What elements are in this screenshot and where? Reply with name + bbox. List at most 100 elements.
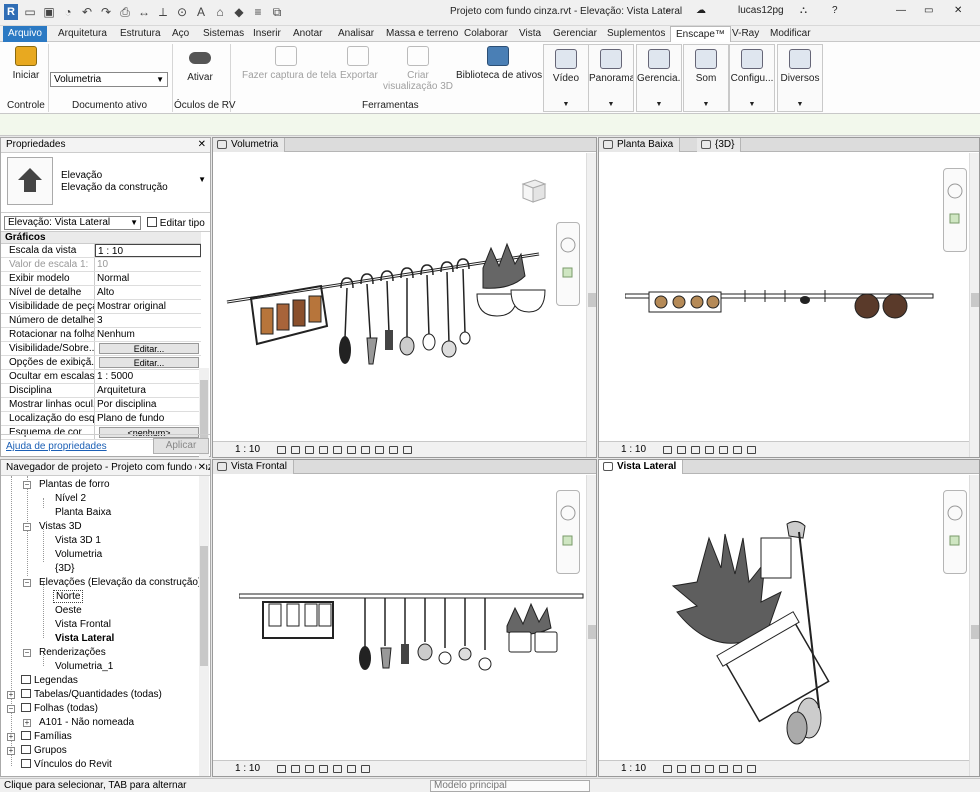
crop-icon[interactable] xyxy=(347,446,356,454)
view-tab-volumetria[interactable]: Volumetria xyxy=(213,138,286,152)
measure-icon[interactable]: ↔ xyxy=(137,4,151,20)
view-tab-3d[interactable]: {3D} xyxy=(697,138,742,152)
reveal-hidden-icon[interactable] xyxy=(389,446,398,454)
view-tab-vista-lateral[interactable]: Vista Lateral xyxy=(599,460,684,474)
property-value[interactable]: Editar... xyxy=(95,356,201,369)
collapse-icon[interactable]: − xyxy=(23,523,31,531)
sun-path-icon[interactable] xyxy=(305,446,314,454)
screenshot-button[interactable]: Fazer captura de tela xyxy=(242,46,337,81)
sun-path-icon[interactable] xyxy=(305,765,314,773)
enscape-gerencia-button[interactable]: Gerencia... ▼ xyxy=(636,44,682,112)
browser-item[interactable]: {3D} xyxy=(55,562,74,575)
temp-hide-icon[interactable] xyxy=(375,446,384,454)
property-value[interactable]: Editar... xyxy=(95,342,201,355)
shadows-icon[interactable] xyxy=(319,765,328,773)
tab-inserir[interactable]: Inserir xyxy=(253,26,281,42)
scroll-thumb[interactable] xyxy=(200,546,208,666)
browser-item[interactable]: Volumetria xyxy=(55,548,102,561)
chevron-down-icon[interactable]: ▼ xyxy=(637,101,681,108)
create-3d-view-button[interactable]: Criar visualização 3D xyxy=(382,46,454,92)
expand-icon[interactable]: + xyxy=(7,733,15,741)
browser-item[interactable]: Nível 2 xyxy=(55,492,86,505)
view-tab-planta-baixa[interactable]: Planta Baixa xyxy=(599,138,681,152)
type-selector[interactable]: Elevação Elevação da construção ▼ xyxy=(1,153,210,213)
tab-vista[interactable]: Vista xyxy=(519,26,541,42)
hide-crop-icon[interactable] xyxy=(347,765,356,773)
view-scale[interactable]: 1 : 10 xyxy=(235,763,260,774)
section-icon[interactable]: ◆ xyxy=(232,4,246,20)
sync-icon[interactable]: ◔ xyxy=(61,4,75,20)
browser-item[interactable]: Volumetria_1 xyxy=(55,660,113,673)
enscape-som-button[interactable]: Som ▼ xyxy=(683,44,729,112)
collapse-icon[interactable]: − xyxy=(23,649,31,657)
tab-modificar[interactable]: Modificar xyxy=(770,26,811,42)
edit-type-button[interactable]: Editar tipo xyxy=(147,217,205,229)
section-header-graficos[interactable]: Gráficos xyxy=(1,232,201,244)
enscape-diversos-button[interactable]: Diversos ▼ xyxy=(777,44,823,112)
hide-crop-icon[interactable] xyxy=(361,446,370,454)
sun-path-icon[interactable] xyxy=(691,446,700,454)
chevron-down-icon[interactable]: ▼ xyxy=(544,101,588,108)
dimension-icon[interactable]: ⟂ xyxy=(156,4,170,20)
view-vista-lateral[interactable]: Vista Lateral 1 : 10 xyxy=(598,459,980,777)
property-edit-button[interactable]: Editar... xyxy=(99,343,199,354)
visual-style-icon[interactable] xyxy=(677,446,686,454)
help-icon[interactable]: ? xyxy=(832,5,838,16)
property-value[interactable]: Arquitetura xyxy=(95,384,201,397)
visual-style-icon[interactable] xyxy=(291,446,300,454)
enscape-vdeo-button[interactable]: Vídeo ▼ xyxy=(543,44,589,112)
tag-icon[interactable]: ⊙ xyxy=(175,4,189,20)
view-volumetria[interactable]: Volumetria 1: 10 xyxy=(212,137,597,458)
chevron-down-icon[interactable]: ▼ xyxy=(778,101,822,108)
property-value[interactable]: 3 xyxy=(95,314,201,327)
expand-icon[interactable]: + xyxy=(23,719,31,727)
browser-item[interactable]: Norte xyxy=(53,590,84,603)
detail-level-icon[interactable] xyxy=(277,765,286,773)
hide-crop-icon[interactable] xyxy=(733,446,742,454)
visual-style-icon[interactable] xyxy=(677,765,686,773)
thin-lines-icon[interactable]: ≡ xyxy=(251,4,265,20)
detail-level-icon[interactable] xyxy=(663,765,672,773)
chevron-down-icon[interactable]: ▼ xyxy=(730,101,774,108)
chevron-down-icon[interactable]: ▼ xyxy=(684,101,728,108)
property-value[interactable]: Alto xyxy=(95,286,201,299)
tab-sistemas[interactable]: Sistemas xyxy=(203,26,244,42)
instance-filter-select[interactable]: Elevação: Vista Lateral ▼ xyxy=(4,216,141,230)
property-edit-button[interactable]: Editar... xyxy=(99,357,199,368)
browser-item[interactable]: A101 - Não nomeada xyxy=(39,716,134,729)
browser-item[interactable]: Vistas 3D xyxy=(39,520,82,533)
enscape-panorama-button[interactable]: Panorama ▼ xyxy=(588,44,634,112)
expand-icon[interactable]: + xyxy=(7,747,15,755)
browser-item[interactable]: Planta Baixa xyxy=(55,506,111,519)
search-icon[interactable]: ⌕ xyxy=(666,5,672,16)
browser-item[interactable]: Oeste xyxy=(55,604,82,617)
close-icon[interactable]: ✕ xyxy=(198,138,206,152)
chevron-down-icon[interactable]: ▼ xyxy=(589,101,633,108)
view-scale[interactable]: 1 : 10 xyxy=(621,763,646,774)
tab-v-ray[interactable]: V-Ray xyxy=(732,26,759,42)
visual-style-icon[interactable] xyxy=(291,765,300,773)
switch-windows-icon[interactable]: ⧉ xyxy=(270,4,284,20)
browser-item[interactable]: Tabelas/Quantidades (todas) xyxy=(21,688,162,701)
expand-icon[interactable]: + xyxy=(7,691,15,699)
asset-library-button[interactable]: Biblioteca de ativos xyxy=(456,46,542,81)
ativar-button[interactable]: Ativar xyxy=(184,46,216,83)
tab-gerenciar[interactable]: Gerenciar xyxy=(553,26,597,42)
save-icon[interactable]: ▣ xyxy=(42,4,56,20)
navigation-bar[interactable] xyxy=(943,490,967,574)
view-tab-vista-frontal[interactable]: Vista Frontal xyxy=(213,460,294,474)
collapse-icon[interactable]: − xyxy=(23,481,31,489)
enscape-configu-button[interactable]: Configu... ▼ xyxy=(729,44,775,112)
collapse-icon[interactable]: − xyxy=(7,705,15,713)
view-vista-frontal[interactable]: Vista Frontal 1 : 10 xyxy=(212,459,597,777)
view-planta-baixa[interactable]: Planta Baixa {3D} 1 : 10 xyxy=(598,137,980,458)
crop-icon[interactable] xyxy=(719,446,728,454)
collapse-icon[interactable]: − xyxy=(23,579,31,587)
revit-logo-icon[interactable]: R xyxy=(4,4,18,20)
render-icon[interactable] xyxy=(333,446,342,454)
tab-massa-e-terreno[interactable]: Massa e terreno xyxy=(386,26,458,42)
minimize-button[interactable]: — xyxy=(896,5,906,16)
browser-item[interactable]: Vínculos do Revit xyxy=(21,758,112,771)
close-icon[interactable]: ✕ xyxy=(195,460,206,475)
scroll-thumb[interactable] xyxy=(971,625,979,639)
